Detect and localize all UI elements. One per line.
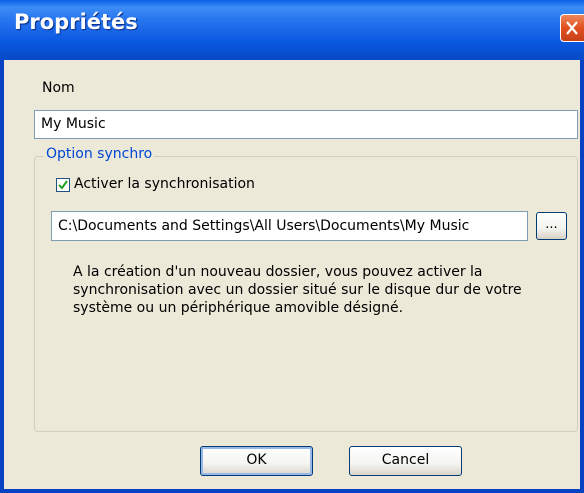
enable-sync-checkbox[interactable]	[56, 178, 70, 192]
name-label: Nom	[42, 80, 75, 96]
ok-button[interactable]: OK	[200, 446, 313, 476]
properties-dialog: Propriétés Nom My Music Option synchro A…	[0, 0, 584, 493]
close-button[interactable]	[560, 14, 584, 42]
browse-button[interactable]: ...	[536, 212, 567, 240]
sync-description: A la création d'un nouveau dossier, vous…	[73, 264, 522, 316]
window-title: Propriétés	[14, 10, 138, 34]
checkmark-icon	[58, 180, 68, 190]
name-input[interactable]: My Music	[34, 110, 578, 139]
enable-sync-label[interactable]: Activer la synchronisation	[74, 176, 255, 192]
sync-path-input[interactable]: C:\Documents and Settings\All Users\Docu…	[51, 211, 528, 241]
close-icon	[566, 21, 578, 35]
title-bar[interactable]: Propriétés	[0, 0, 584, 60]
cancel-button[interactable]: Cancel	[349, 446, 462, 476]
sync-group-legend: Option synchro	[44, 146, 155, 162]
